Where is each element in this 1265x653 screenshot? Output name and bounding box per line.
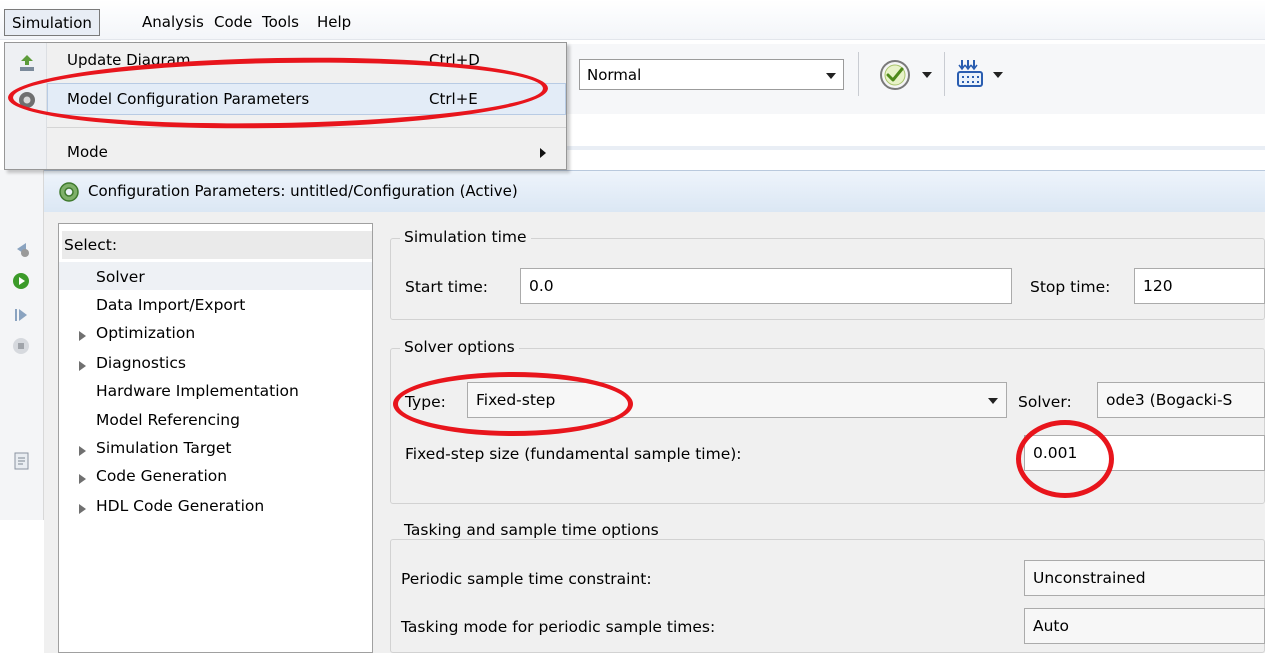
annotation-circle xyxy=(1016,420,1114,498)
model-advisor-check-icon[interactable] xyxy=(878,58,912,92)
periodic-constraint-value: Unconstrained xyxy=(1033,569,1146,587)
tree-item-hdl-code-generation[interactable]: HDL Code Generation xyxy=(96,497,264,515)
simulation-mode-select[interactable]: Normal xyxy=(579,59,844,90)
menu-code[interactable]: Code xyxy=(207,9,259,36)
tree-item-data-import-export[interactable]: Data Import/Export xyxy=(96,296,245,314)
stop-time-value: 120 xyxy=(1143,277,1173,295)
step-back-icon[interactable] xyxy=(12,240,30,262)
tree-item-solver[interactable]: Solver xyxy=(96,268,145,286)
expand-arrow-icon[interactable] xyxy=(79,361,86,371)
tasking-mode-select[interactable]: Auto xyxy=(1024,608,1265,644)
periodic-constraint-select[interactable]: Unconstrained xyxy=(1024,560,1265,596)
update-diagram-icon xyxy=(17,53,37,73)
tree-item-hardware-implementation[interactable]: Hardware Implementation xyxy=(96,382,299,400)
tree-item-simulation-target[interactable]: Simulation Target xyxy=(96,439,231,457)
signal-logging-icon[interactable] xyxy=(956,58,986,90)
select-label: Select: xyxy=(64,236,118,254)
tasking-mode-label: Tasking mode for periodic sample times: xyxy=(401,618,716,636)
menu-tools[interactable]: Tools xyxy=(255,9,306,36)
start-time-input[interactable]: 0.0 xyxy=(520,268,1012,304)
menu-analysis[interactable]: Analysis xyxy=(135,9,211,36)
tree-item-optimization[interactable]: Optimization xyxy=(96,324,195,342)
stop-icon[interactable] xyxy=(12,337,30,359)
chevron-down-icon[interactable] xyxy=(993,72,1003,78)
menu-bar: Simulation Analysis Code Tools Help xyxy=(0,0,1265,40)
start-time-value: 0.0 xyxy=(529,277,554,295)
expand-arrow-icon[interactable] xyxy=(79,504,86,514)
tree-item-diagnostics[interactable]: Diagnostics xyxy=(96,354,186,372)
stop-time-input[interactable]: 120 xyxy=(1134,268,1265,304)
menu-item-mode[interactable]: Mode xyxy=(47,137,566,169)
simulation-time-title: Simulation time xyxy=(400,228,531,246)
expand-arrow-icon[interactable] xyxy=(79,331,86,341)
mode-label: Mode xyxy=(67,143,108,161)
menu-simulation[interactable]: Simulation xyxy=(4,9,100,36)
report-icon[interactable] xyxy=(14,452,30,474)
config-window-title: Configuration Parameters: untitled/Confi… xyxy=(88,182,518,200)
chevron-down-icon[interactable] xyxy=(922,72,932,78)
annotation-circle xyxy=(393,372,633,436)
solver-options-title: Solver options xyxy=(400,338,519,356)
solver-select[interactable]: ode3 (Bogacki-S xyxy=(1097,382,1265,418)
run-icon[interactable] xyxy=(12,272,30,294)
start-time-label: Start time: xyxy=(405,278,489,296)
select-header: Select: xyxy=(62,231,372,259)
tree-item-code-generation[interactable]: Code Generation xyxy=(96,467,227,485)
editor-divider xyxy=(565,146,1265,150)
simulation-mode-value: Normal xyxy=(587,66,642,84)
tasking-mode-value: Auto xyxy=(1033,617,1069,635)
chevron-down-icon xyxy=(826,73,836,79)
solver-label: Solver: xyxy=(1018,393,1072,411)
toolbar-separator xyxy=(858,52,859,96)
submenu-arrow-icon xyxy=(540,148,546,158)
config-window-titlebar: Configuration Parameters: untitled/Confi… xyxy=(44,170,1265,212)
tree-item-model-referencing[interactable]: Model Referencing xyxy=(96,411,240,429)
menu-help[interactable]: Help xyxy=(310,9,358,36)
step-forward-icon[interactable] xyxy=(12,306,30,328)
solver-value: ode3 (Bogacki-S xyxy=(1106,391,1233,409)
stop-time-label: Stop time: xyxy=(1030,278,1111,296)
expand-arrow-icon[interactable] xyxy=(79,474,86,484)
gear-icon xyxy=(58,181,80,203)
toolbar-separator xyxy=(944,52,945,96)
periodic-constraint-label: Periodic sample time constraint: xyxy=(401,570,652,588)
expand-arrow-icon[interactable] xyxy=(79,446,86,456)
chevron-down-icon xyxy=(988,398,998,404)
tasking-title: Tasking and sample time options xyxy=(400,521,663,539)
fixed-step-size-label: Fixed-step size (fundamental sample time… xyxy=(405,445,742,463)
